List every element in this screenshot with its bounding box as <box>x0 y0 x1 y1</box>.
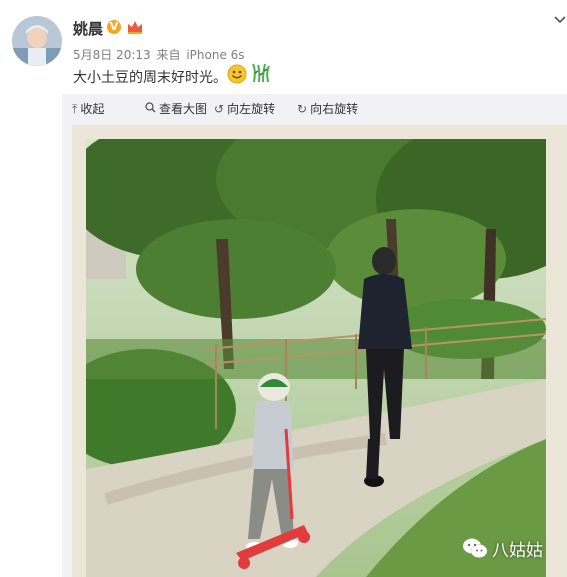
grass-emoji-icon <box>252 63 270 83</box>
post-header: 姚晨 V 5月8日 20:13 来自 iPhone 6s 大小土豆的周末好时光。 <box>0 0 567 92</box>
view-large-button[interactable]: 查看大图 <box>145 100 207 117</box>
username[interactable]: 姚晨 <box>73 18 103 39</box>
image-toolbar: ⤒ 收起 查看大图 ↺ 向左旋转 ↻ 向右旋转 <box>62 94 567 121</box>
rotate-left-label: 向左旋转 <box>227 102 276 116</box>
post-photo[interactable] <box>86 139 546 577</box>
watermark-text: 八姑姑 <box>492 541 543 561</box>
verified-badge-icon: V <box>107 20 121 34</box>
rotate-left-button[interactable]: ↺ 向左旋转 <box>214 100 275 117</box>
rotate-right-button[interactable]: ↻ 向右旋转 <box>297 100 358 117</box>
photo-area <box>62 121 567 577</box>
post-meta: 5月8日 20:13 来自 iPhone 6s <box>73 46 247 63</box>
post-date[interactable]: 5月8日 20:13 <box>73 48 151 62</box>
collapse-button[interactable]: ⤒ 收起 <box>72 100 104 117</box>
avatar[interactable] <box>12 16 62 66</box>
chevron-down-icon[interactable] <box>553 14 567 26</box>
rotate-left-icon: ↺ <box>214 102 225 116</box>
photo-frame <box>72 125 567 577</box>
view-large-label: 查看大图 <box>159 102 208 116</box>
collapse-up-icon: ⤒ <box>72 102 78 116</box>
smile-emoji-icon <box>227 64 247 84</box>
rotate-right-label: 向右旋转 <box>310 102 359 116</box>
post-text: 大小土豆的周末好时光。 <box>73 70 227 86</box>
crown-icon <box>128 21 142 34</box>
zoom-icon <box>145 102 156 116</box>
source-prefix: 来自 <box>156 48 181 62</box>
collapse-label: 收起 <box>80 102 105 116</box>
wechat-icon <box>463 538 488 558</box>
post-source: iPhone 6s <box>186 48 245 62</box>
rotate-right-icon: ↻ <box>297 102 308 116</box>
